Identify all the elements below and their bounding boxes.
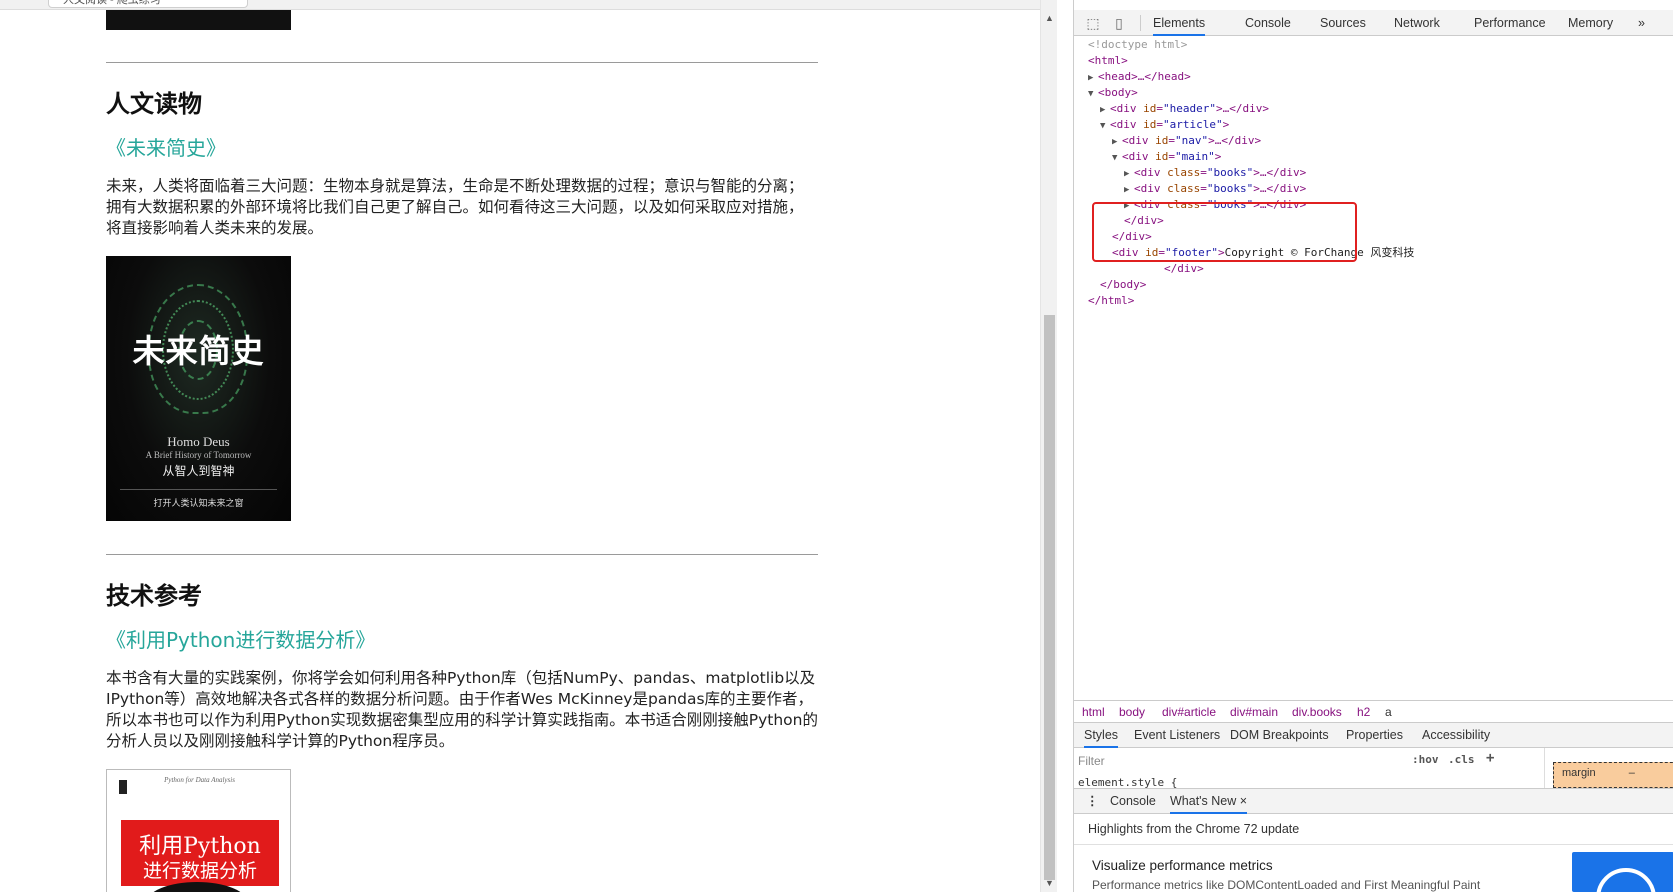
dom-footer-node[interactable]: <div id="footer">Copyright © ForChange 风… [1112, 245, 1414, 261]
cover-subtitle: 从智人到智神 [162, 464, 235, 478]
breadcrumb-item[interactable]: a [1385, 701, 1392, 723]
section-divider [106, 62, 818, 63]
book-description: 本书含有大量的实践案例，你将学会如何利用各种Python库（包括NumPy、pa… [106, 669, 818, 750]
section-heading: 人文读物 [106, 90, 202, 118]
whats-new-header: Highlights from the Chrome 72 update [1088, 822, 1300, 836]
cover-tagline: 打开人类认知未来之窗 [153, 499, 244, 509]
inspect-element-icon[interactable]: ⬚ [1084, 14, 1102, 32]
margin-label: margin [1562, 767, 1596, 779]
expand-triangle-icon[interactable]: ▶ [1124, 198, 1134, 214]
tab-dom-breakpoints[interactable]: DOM Breakpoints [1230, 723, 1329, 748]
box-model-pane: margin – [1544, 748, 1673, 788]
dom-tree: <!doctype html> <html> ▶ <head>…</head> ▼… [1074, 37, 1673, 697]
dom-header-node[interactable]: ▶ <div id="header">…</div> [1100, 101, 1269, 118]
dom-body-node[interactable]: ▼ <body> [1088, 85, 1138, 102]
styles-filter-input[interactable] [1078, 752, 1378, 770]
dom-footer-close[interactable]: </div> [1164, 261, 1204, 277]
book-cover-image: 未来简史 Homo Deus A Brief History of Tomorr… [106, 256, 291, 521]
expand-triangle-icon[interactable]: ▶ [1124, 182, 1134, 198]
device-toolbar-icon[interactable]: ▯ [1110, 14, 1128, 32]
dom-body-close[interactable]: </body> [1100, 277, 1146, 293]
dom-article-node[interactable]: ▼ <div id="article"> [1100, 117, 1229, 134]
collapse-triangle-icon[interactable]: ▼ [1112, 150, 1122, 166]
drawer-menu-icon[interactable]: ⋮ [1086, 789, 1099, 814]
breadcrumb-item[interactable]: div.books [1292, 701, 1342, 723]
breadcrumb: html body div#article div#main div.books… [1074, 700, 1673, 722]
breadcrumb-item[interactable]: h2 [1357, 701, 1370, 723]
cover-red-panel: 利用Python 进行数据分析 [121, 820, 279, 886]
cover-top-text: Python for Data Analysis [164, 776, 235, 784]
dom-books-node[interactable]: ▶ <div class="books">…</div> [1124, 181, 1306, 198]
whats-new-pane: Highlights from the Chrome 72 update Vis… [1074, 814, 1673, 892]
drawer-tab-whats-new[interactable]: What's New × [1170, 789, 1248, 814]
styles-subtabs: Styles Event Listeners DOM Breakpoints P… [1074, 722, 1673, 748]
browser-tabstrip: 人文阅读 - 爬虫练习 [0, 0, 1040, 10]
margin-box[interactable]: margin – [1553, 762, 1673, 788]
more-tabs-icon[interactable]: » [1638, 10, 1645, 36]
tab-accessibility[interactable]: Accessibility [1422, 723, 1490, 748]
book-title-link[interactable]: 《利用Python进行数据分析》 [106, 624, 375, 653]
collapse-triangle-icon[interactable]: ▼ [1088, 86, 1098, 102]
breadcrumb-item[interactable]: div#article [1162, 701, 1216, 723]
tab-event-listeners[interactable]: Event Listeners [1134, 723, 1220, 748]
dom-head-node[interactable]: ▶ <head>…</head> [1088, 69, 1191, 86]
tab-properties[interactable]: Properties [1346, 723, 1403, 748]
new-style-rule-icon[interactable]: + [1486, 750, 1494, 766]
dom-html-close[interactable]: </html> [1088, 293, 1134, 309]
section-heading: 技术参考 [106, 582, 202, 610]
cover-english-title: Homo Deus [167, 434, 230, 449]
book-description: 未来，人类将面临着三大问题：生物本身就是算法，生命是不断处理数据的过程；意识与智… [106, 177, 804, 237]
cls-toggle[interactable]: .cls [1448, 753, 1475, 766]
performance-metrics-image [1572, 852, 1673, 892]
expand-triangle-icon[interactable]: ▶ [1124, 166, 1134, 182]
page-scrollbar[interactable]: ▲ ▼ [1040, 0, 1057, 892]
dom-main-close[interactable]: </div> [1124, 213, 1164, 229]
close-icon[interactable]: × [1240, 794, 1247, 808]
breadcrumb-item[interactable]: body [1119, 701, 1145, 723]
drawer-tabs: ⋮ Console What's New × [1074, 788, 1673, 814]
cover-title-line2: 进行数据分析 [142, 860, 257, 882]
scroll-up-arrow-icon[interactable]: ▲ [1041, 10, 1058, 27]
tab-sources[interactable]: Sources [1320, 10, 1366, 36]
drawer-tab-console[interactable]: Console [1110, 789, 1156, 814]
dom-books-node[interactable]: ▶ <div class="books">…</div> [1124, 165, 1306, 182]
dom-doctype[interactable]: <!doctype html> [1088, 37, 1187, 53]
book-cover-image: Python for Data Analysis 利用Python 进行数据分析 [106, 769, 291, 892]
hov-toggle[interactable]: :hov [1412, 753, 1439, 766]
tab-memory[interactable]: Memory [1568, 10, 1613, 36]
previous-book-cover [106, 10, 291, 30]
scroll-down-arrow-icon[interactable]: ▼ [1041, 875, 1058, 892]
scrollbar-thumb[interactable] [1044, 315, 1055, 880]
cover-title: 未来简史 [132, 332, 265, 370]
whats-new-card-title[interactable]: Visualize performance metrics [1092, 858, 1273, 873]
dom-main-node[interactable]: ▼ <div id="main"> [1112, 149, 1221, 166]
collapse-triangle-icon[interactable]: ▼ [1100, 118, 1110, 134]
tab-performance[interactable]: Performance [1474, 10, 1546, 36]
breadcrumb-item[interactable]: html [1082, 701, 1105, 723]
margin-value: – [1628, 767, 1635, 779]
page-viewport: 人文阅读 - 爬虫练习 人文读物 《未来简史》 未来，人类将面临着三大问题：生物… [0, 0, 1040, 892]
cover-english-subtitle: A Brief History of Tomorrow [145, 450, 252, 460]
book-title-link[interactable]: 《未来简史》 [106, 132, 226, 161]
styles-pane: :hov .cls + element.style { [1074, 748, 1534, 789]
devtools-toolbar: ⬚ ▯ Elements Console Sources Network Per… [1074, 10, 1673, 36]
whats-new-card-text: Performance metrics like DOMContentLoade… [1092, 878, 1481, 892]
dom-books-node[interactable]: ▶ <div class="books">…</div> [1124, 197, 1306, 214]
expand-triangle-icon[interactable]: ▶ [1112, 134, 1122, 150]
tab-network[interactable]: Network [1394, 10, 1440, 36]
devtools-panel: ⬚ ▯ Elements Console Sources Network Per… [1073, 0, 1673, 892]
dom-nav-node[interactable]: ▶ <div id="nav">…</div> [1112, 133, 1261, 150]
tab-elements[interactable]: Elements [1153, 10, 1206, 36]
dom-html-open[interactable]: <html> [1088, 53, 1128, 69]
expand-triangle-icon[interactable]: ▶ [1088, 70, 1098, 86]
expand-triangle-icon[interactable]: ▶ [1100, 102, 1110, 118]
browser-tab[interactable]: 人文阅读 - 爬虫练习 [48, 0, 248, 8]
tab-styles[interactable]: Styles [1084, 723, 1119, 748]
tab-console[interactable]: Console [1245, 10, 1291, 36]
section-divider [106, 554, 818, 555]
breadcrumb-item[interactable]: div#main [1230, 701, 1278, 723]
dom-article-close[interactable]: </div> [1112, 229, 1152, 245]
